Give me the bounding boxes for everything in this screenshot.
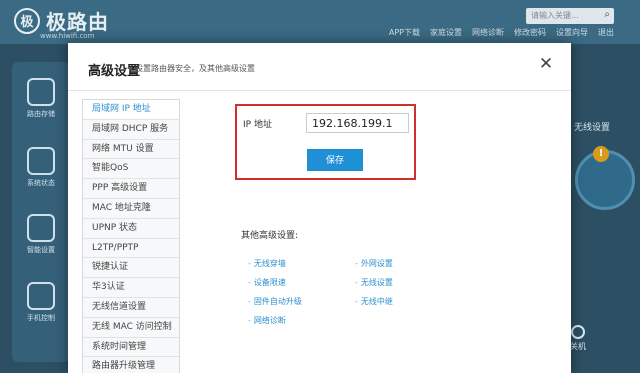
link-wireless-settings[interactable]: - 无线设置: [355, 277, 393, 288]
link-label: 外网设置: [360, 259, 393, 268]
link-label: 设备限速: [253, 278, 286, 287]
dialog-subtitle: 设置路由器安全，及其他高级设置: [135, 64, 255, 73]
link-network-diagnose[interactable]: - 网络诊断: [248, 315, 286, 326]
menu-item-upgrade[interactable]: 路由器升级管理: [83, 357, 179, 373]
menu-item-mac-clone[interactable]: MAC 地址克隆: [83, 198, 179, 219]
link-label: 网络诊断: [253, 316, 286, 325]
menu-item-dhcp[interactable]: 局域网 DHCP 服务: [83, 119, 179, 140]
menu-item-ruijie[interactable]: 锐捷认证: [83, 258, 179, 279]
alert-badge: !: [593, 146, 609, 162]
link-label: 无线穿墙: [253, 259, 286, 268]
ip-address-field[interactable]: [306, 113, 409, 133]
advanced-settings-dialog: 高级设置 设置路由器安全，及其他高级设置 ✕ 局域网 IP 地址 局域网 DHC…: [68, 43, 571, 373]
dialog-header: 高级设置 设置路由器安全，及其他高级设置 ✕: [68, 43, 571, 91]
ip-settings-panel: IP 地址 保存: [235, 104, 416, 180]
top-link-family[interactable]: 家庭设置: [430, 27, 462, 38]
power-button[interactable]: 关机: [568, 325, 588, 352]
menu-item-channel[interactable]: 无线信道设置: [83, 297, 179, 318]
logo-text: 极路由: [46, 10, 109, 34]
pulse-icon: [27, 147, 55, 175]
close-icon[interactable]: ✕: [537, 55, 555, 73]
menu-item-lan-ip[interactable]: 局域网 IP 地址: [83, 100, 179, 120]
top-link-app[interactable]: APP下载: [389, 27, 420, 38]
link-wan-settings[interactable]: - 外网设置: [355, 258, 393, 269]
logo: 极 极路由: [14, 6, 109, 35]
link-wall-penetration[interactable]: - 无线穿墙: [248, 258, 286, 269]
menu-item-h3c[interactable]: 华3认证: [83, 278, 179, 298]
ip-label: IP 地址: [243, 120, 272, 130]
link-label: 无线设置: [360, 278, 393, 287]
menu-item-time[interactable]: 系统时间管理: [83, 337, 179, 358]
app-header: 极 极路由 www.hiwifi.com 请输入关键... ⌕ APP下载 家庭…: [0, 0, 640, 44]
logo-mark-icon: 极: [14, 7, 40, 34]
other-settings-title: 其他高级设置:: [241, 231, 299, 241]
menu-item-mtu[interactable]: 网络 MTU 设置: [83, 139, 179, 160]
nav-label: 系统状态: [27, 179, 55, 187]
phone-icon: [27, 282, 55, 310]
search-icon[interactable]: ⌕: [604, 9, 610, 20]
power-icon: [571, 325, 585, 339]
top-link-diagnose[interactable]: 网络诊断: [472, 27, 504, 38]
save-button[interactable]: 保存: [307, 149, 363, 171]
power-label: 关机: [570, 342, 586, 351]
nav-item-storage[interactable]: 路由存储: [12, 78, 70, 119]
link-device-limit[interactable]: - 设备限速: [248, 277, 286, 288]
nav-item-mobile[interactable]: 手机控制: [12, 282, 70, 323]
top-links: APP下载 家庭设置 网络诊断 修改密码 设置向导 退出: [389, 27, 614, 38]
nav-item-status[interactable]: 系统状态: [12, 147, 70, 188]
menu-item-mac-acl[interactable]: 无线 MAC 访问控制: [83, 317, 179, 338]
link-label: 无线中继: [360, 297, 393, 306]
nav-label: 手机控制: [27, 314, 55, 322]
logo-subtext: www.hiwifi.com: [40, 32, 95, 40]
settings-menu: 局域网 IP 地址 局域网 DHCP 服务 网络 MTU 设置 智能QoS PP…: [82, 99, 180, 373]
menu-item-upnp[interactable]: UPNP 状态: [83, 218, 179, 239]
link-label: 固件自动升级: [253, 297, 302, 306]
nav-label: 智能设置: [27, 246, 55, 254]
storage-icon: [27, 78, 55, 106]
wireless-settings-label[interactable]: 无线设置: [574, 120, 610, 133]
link-wireless-relay[interactable]: - 无线中继: [355, 296, 393, 307]
top-link-password[interactable]: 修改密码: [514, 27, 546, 38]
menu-item-qos[interactable]: 智能QoS: [83, 159, 179, 180]
nav-label: 路由存储: [27, 110, 55, 118]
menu-item-ppp[interactable]: PPP 高级设置: [83, 179, 179, 199]
top-link-logout[interactable]: 退出: [598, 27, 614, 38]
nav-item-settings[interactable]: 智能设置: [12, 214, 70, 255]
dialog-title: 高级设置: [88, 64, 141, 79]
search-placeholder: 请输入关键...: [531, 11, 579, 20]
gear-icon: [27, 214, 55, 242]
link-auto-upgrade[interactable]: - 固件自动升级: [248, 296, 302, 307]
app-sidenav: 路由存储 系统状态 智能设置 手机控制: [12, 62, 70, 362]
top-link-wizard[interactable]: 设置向导: [556, 27, 588, 38]
search-input[interactable]: 请输入关键... ⌕: [526, 8, 614, 24]
menu-item-l2tp[interactable]: L2TP/PPTP: [83, 238, 179, 259]
